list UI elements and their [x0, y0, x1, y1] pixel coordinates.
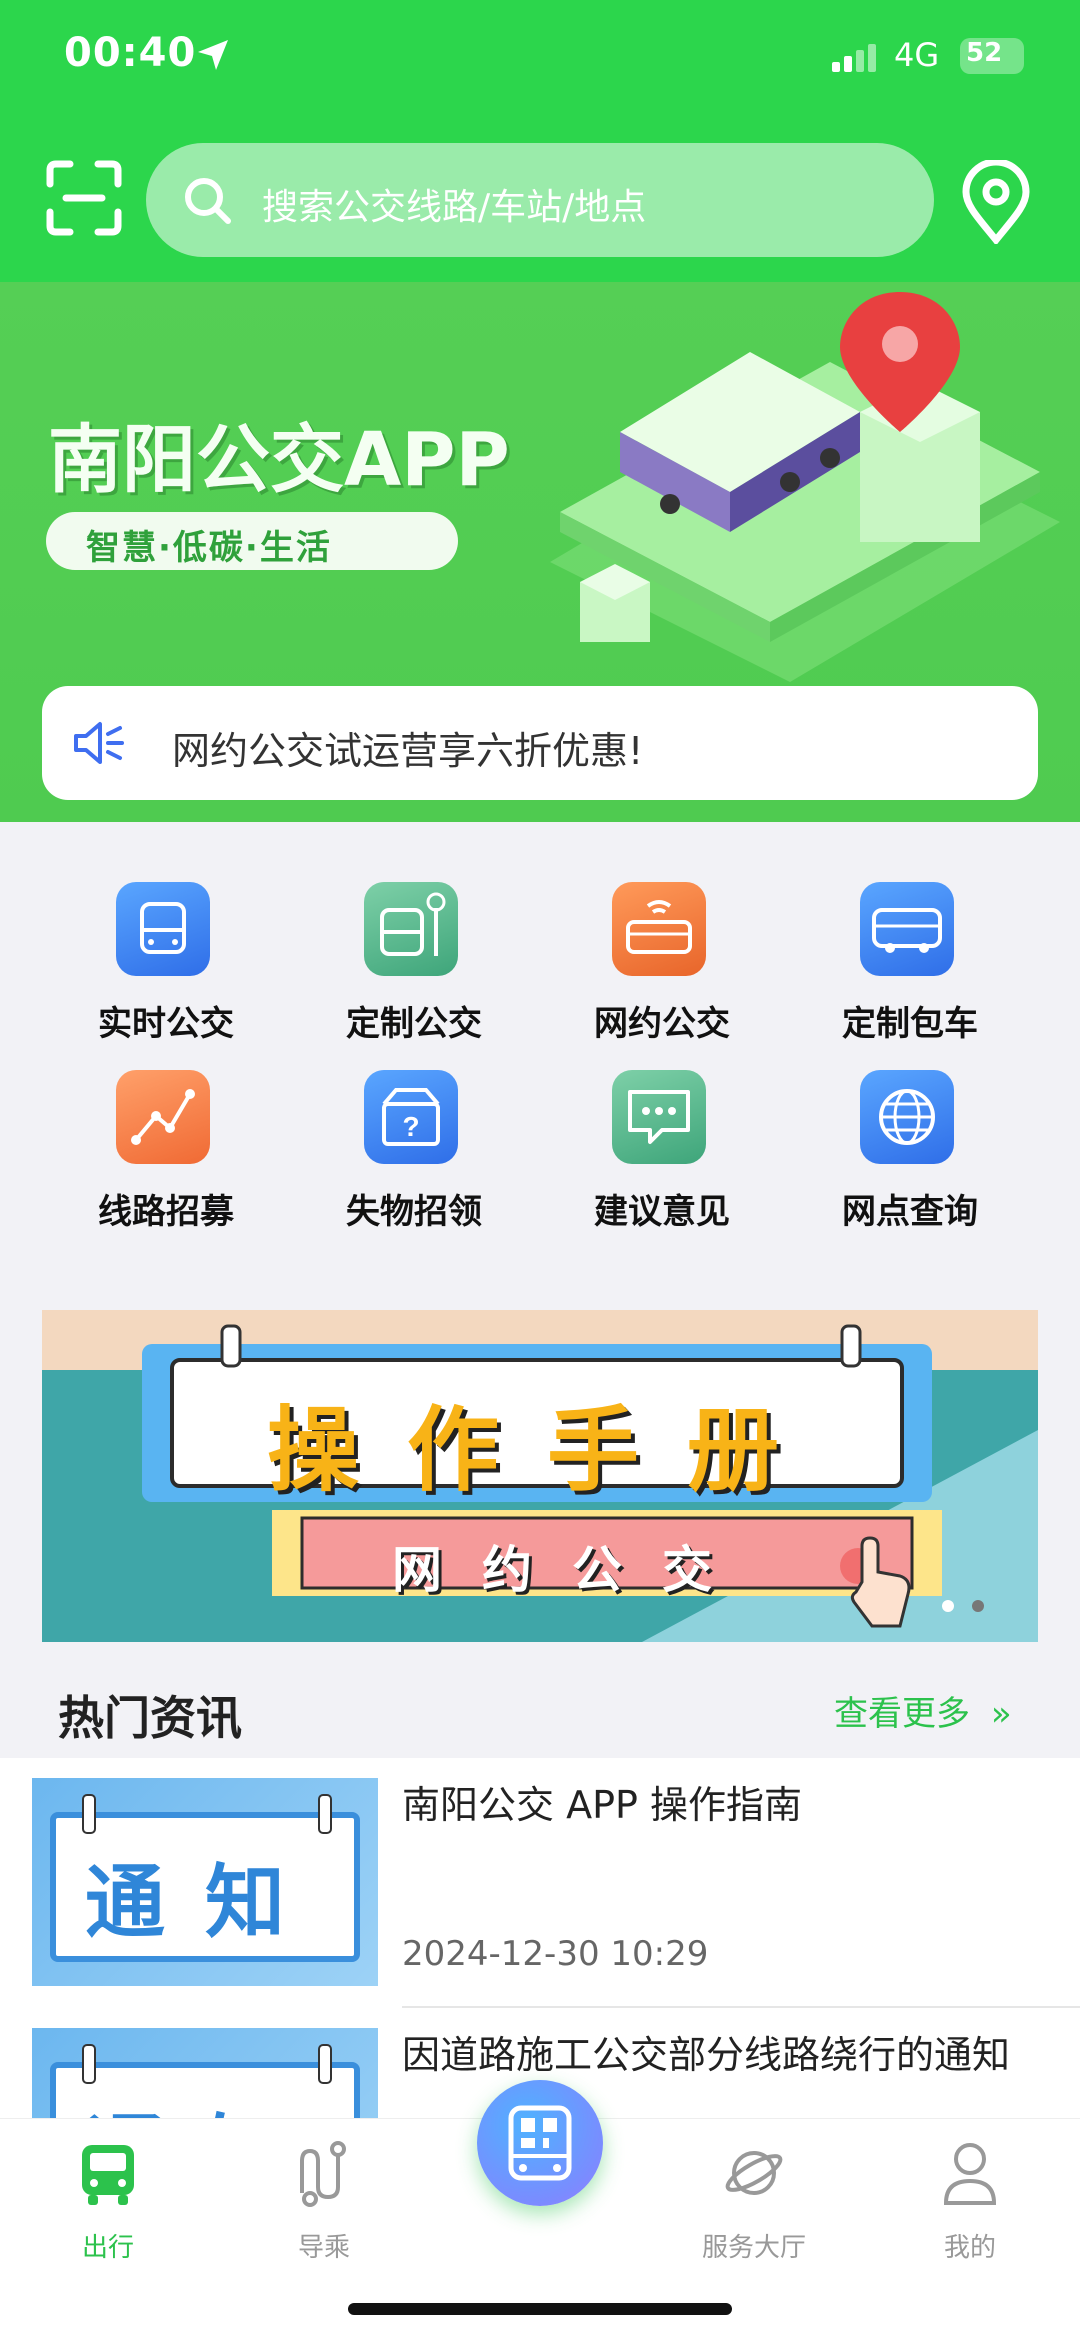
person-icon [943, 2143, 997, 2205]
battery-icon: 52 [960, 38, 1024, 74]
hero-title: 南阳公交APP [48, 417, 510, 503]
scan-icon[interactable] [44, 158, 124, 238]
location-pin-icon[interactable] [960, 160, 1032, 244]
chat-bubble-icon [612, 1070, 706, 1164]
bus-front-icon [116, 882, 210, 976]
manual-title: 操作手册 [266, 1397, 827, 1504]
route-chart-icon [116, 1070, 210, 1164]
tab-mine[interactable]: 我的 [890, 2139, 1050, 2279]
news-thumb-text: 通知 [50, 2088, 360, 2118]
service-label: 失物招领 [346, 1192, 482, 1232]
signal-icon [832, 44, 876, 72]
ride-code-button[interactable] [477, 2080, 603, 2206]
news-thumbnail: 通知 [32, 2028, 378, 2118]
status-time: 00:40 [64, 30, 197, 76]
service-lost-found[interactable]: ? 失物招领 [304, 1058, 524, 1248]
tab-guide[interactable]: 导乘 [244, 2139, 404, 2279]
search-input[interactable]: 搜索公交线路/车站/地点 [146, 143, 934, 257]
bus-wifi-icon [612, 882, 706, 976]
service-label: 定制包车 [842, 1004, 978, 1044]
news-item-title: 因道路施工公交部分线路绕行的通知 [402, 2033, 1011, 2077]
news-section-header: 热门资讯 查看更多 » [0, 1642, 1080, 1758]
globe-icon [860, 1070, 954, 1164]
service-label: 线路招募 [98, 1192, 234, 1232]
tab-label: 导乘 [297, 2233, 350, 2263]
bus-stop-icon [364, 882, 458, 976]
app-header: 00:40 4G 52 搜索公交线路/车站/地点 [0, 0, 1080, 282]
notice-text: 网约公交试运营享六折优惠! [172, 729, 644, 773]
news-item-date: 2024-12-30 10:29 [402, 1934, 709, 1974]
search-icon [185, 178, 231, 224]
manual-subtitle: 网约公交 [392, 1541, 752, 1599]
service-label: 网约公交 [594, 1004, 730, 1044]
service-realtime-bus[interactable]: 实时公交 [56, 870, 276, 1060]
status-bar: 00:40 4G 52 [0, 0, 1080, 120]
service-route-recruit[interactable]: 线路招募 [56, 1058, 276, 1248]
news-thumb-text: 通知 [85, 1856, 325, 1949]
hero-tagline: 智慧·低碳·生活 [86, 528, 332, 568]
svg-text:?: ? [402, 1111, 419, 1142]
search-placeholder: 搜索公交线路/车站/地点 [262, 187, 647, 228]
bus-icon [82, 2145, 134, 2205]
chevron-double-right-icon: » [990, 1694, 1012, 1734]
see-more-link[interactable]: 查看更多 » [834, 1686, 1012, 1735]
tab-service-hall[interactable]: 服务大厅 [674, 2139, 834, 2279]
see-more-label: 查看更多 [834, 1694, 970, 1734]
notice-bar[interactable]: 网约公交试运营享六折优惠! [42, 686, 1038, 800]
news-list: 通知 南阳公交 APP 操作指南 2024-12-30 10:29 通知 因道路… [0, 1758, 1080, 2118]
service-ride-hailing-bus[interactable]: 网约公交 [552, 870, 772, 1060]
service-label: 定制公交 [346, 1004, 482, 1044]
news-item-title: 南阳公交 APP 操作指南 [402, 1783, 802, 1827]
speaker-icon [74, 722, 124, 764]
service-label: 建议意见 [594, 1192, 730, 1232]
planet-icon [725, 2151, 783, 2195]
service-label: 实时公交 [98, 1004, 234, 1044]
tab-label: 我的 [943, 2233, 996, 2263]
hero-tagline-pill: 智慧·低碳·生活 [46, 512, 458, 570]
lost-found-box-icon: ? [364, 1070, 458, 1164]
service-custom-bus[interactable]: 定制公交 [304, 870, 524, 1060]
tab-travel[interactable]: 出行 [28, 2139, 188, 2279]
bus-side-icon [860, 882, 954, 976]
qr-code-bus-icon [508, 2105, 572, 2181]
bus-illustration [550, 292, 1060, 682]
news-thumbnail: 通知 [32, 1778, 378, 1986]
service-feedback[interactable]: 建议意见 [552, 1058, 772, 1248]
service-outlet-search[interactable]: 网点查询 [800, 1058, 1020, 1248]
network-type: 4G [894, 36, 940, 74]
manual-banner[interactable]: 操作手册 网约公交 [42, 1310, 1038, 1642]
route-icon [300, 2141, 346, 2207]
news-item[interactable]: 通知 南阳公交 APP 操作指南 2024-12-30 10:29 [0, 1758, 1080, 2008]
service-label: 网点查询 [842, 1192, 978, 1232]
home-indicator [348, 2303, 732, 2315]
battery-level: 52 [966, 38, 1003, 68]
news-section-title: 热门资讯 [58, 1691, 242, 1745]
service-charter-bus[interactable]: 定制包车 [800, 870, 1020, 1060]
location-arrow-icon [198, 40, 228, 70]
tab-label: 出行 [81, 2233, 134, 2263]
tab-label: 服务大厅 [701, 2233, 806, 2263]
